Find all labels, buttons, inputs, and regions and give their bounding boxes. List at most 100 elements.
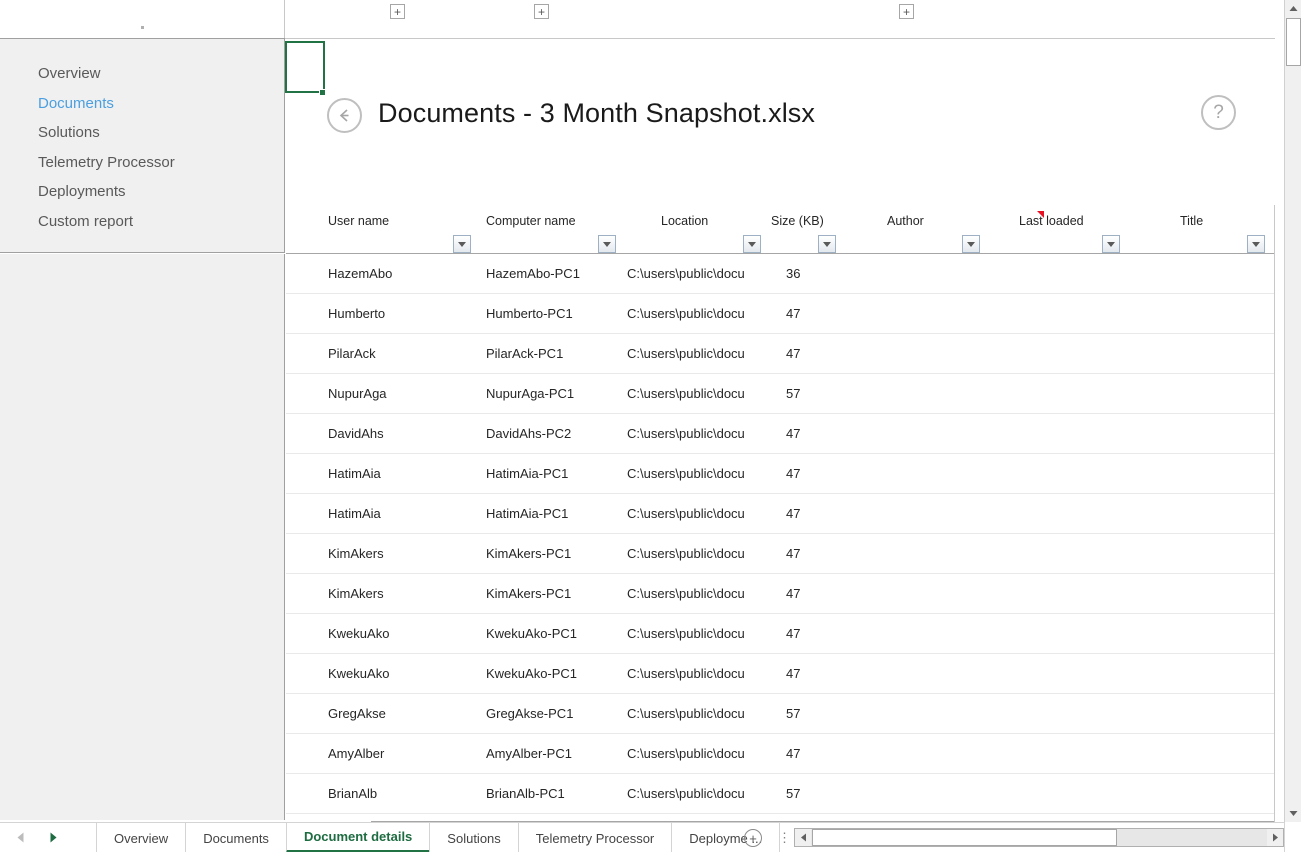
help-button[interactable]: ? xyxy=(1201,95,1236,130)
sheet-prev-button[interactable] xyxy=(14,828,28,846)
sheet-tab-telemetry-processor[interactable]: Telemetry Processor xyxy=(518,823,671,852)
cell-user-name: HazemAbo xyxy=(328,266,392,281)
filter-dropdown-author[interactable] xyxy=(962,235,980,253)
table-row[interactable]: KwekuAkoKwekuAko-PC1C:\users\public\docu… xyxy=(286,614,1275,654)
table-row[interactable]: HatimAia HatimAia-PC1 C:\users\public\docu… xyxy=(286,454,1275,494)
scroll-right-button[interactable] xyxy=(1267,829,1283,846)
cell-computer-name: KwekuAko-PC1 xyxy=(486,666,577,681)
cell-size-kb: 47 xyxy=(786,346,800,361)
sheet-next-button[interactable] xyxy=(46,828,60,846)
outline-expand-button[interactable]: + xyxy=(390,4,405,19)
sheet-tab-solutions[interactable]: Solutions xyxy=(429,823,517,852)
cell-location: C:\users\public\docu xyxy=(627,426,745,441)
scrollbar-corner xyxy=(1284,822,1301,852)
filter-dropdown-title[interactable] xyxy=(1247,235,1265,253)
sidebar-item-telemetry-processor[interactable]: Telemetry Processor xyxy=(38,148,175,178)
cell-user-name: KwekuAko xyxy=(328,626,389,641)
table-right-border xyxy=(1274,205,1275,822)
filter-dropdown-user-name[interactable] xyxy=(453,235,471,253)
sidebar-item-documents[interactable]: Documents xyxy=(38,89,175,119)
cell-computer-name: KimAkers-PC1 xyxy=(486,586,571,601)
cell-location: C:\users\public\docu xyxy=(627,466,745,481)
cell-location: C:\users\public\docu xyxy=(627,586,745,601)
page-title: Documents - 3 Month Snapshot.xlsx xyxy=(378,98,815,129)
cell-size-kb: 36 xyxy=(786,266,800,281)
cell-user-name: HatimAia xyxy=(328,506,381,521)
sheet-overflow-menu[interactable]: ⋮ xyxy=(778,830,791,846)
cell-computer-name: HatimAia-PC1 xyxy=(486,466,568,481)
cell-computer-name: Humberto-PC1 xyxy=(486,306,573,321)
table-row[interactable]: NupurAgaNupurAga-PC1C:\users\public\docu… xyxy=(286,374,1275,414)
grid-row-divider xyxy=(285,38,1275,39)
report-navigation-panel: OverviewDocumentsSolutionsTelemetry Proc… xyxy=(0,38,285,253)
table-row[interactable]: KwekuAkoKwekuAko-PC1C:\users\public\docu… xyxy=(286,654,1275,694)
table-header-row: User nameComputer nameLocationSize (KB)A… xyxy=(286,205,1275,254)
cell-user-name: KimAkers xyxy=(328,586,384,601)
table-row[interactable]: HatimAia HatimAia-PC1 C:\users\public\docu… xyxy=(286,494,1275,534)
add-sheet-button[interactable]: + xyxy=(744,829,762,847)
cell-location: C:\users\public\docu xyxy=(627,546,745,561)
horizontal-scroll-thumb[interactable] xyxy=(812,829,1117,846)
header-underline xyxy=(286,253,1275,254)
cell-size-kb: 47 xyxy=(786,466,800,481)
sheet-tab-overview[interactable]: Overview xyxy=(96,823,185,852)
table-row[interactable]: KimAkersKimAkers-PC1C:\users\public\docu… xyxy=(286,534,1275,574)
cell-size-kb: 57 xyxy=(786,386,800,401)
sidebar-item-deployments[interactable]: Deployments xyxy=(38,177,175,207)
table-row[interactable]: BrianAlbBrianAlb-PC1C:\users\public\docu… xyxy=(286,774,1275,814)
column-header-size-kb: Size (KB) xyxy=(771,214,824,228)
table-row[interactable]: AmyAlberAmyAlber-PC1C:\users\public\docu… xyxy=(286,734,1275,774)
sidebar-item-solutions[interactable]: Solutions xyxy=(38,118,175,148)
table-row[interactable]: DavidAhsDavidAhs-PC2C:\users\public\docu… xyxy=(286,414,1275,454)
sidebar-item-custom-report[interactable]: Custom report xyxy=(38,207,175,237)
vertical-scrollbar[interactable] xyxy=(1284,0,1301,822)
cell-computer-name: HatimAia-PC1 xyxy=(486,506,568,521)
cell-computer-name: KwekuAko-PC1 xyxy=(486,626,577,641)
table-row[interactable]: GregAkseGregAkse-PC1C:\users\public\docu… xyxy=(286,694,1275,734)
filter-dropdown-size-kb[interactable] xyxy=(818,235,836,253)
back-button[interactable] xyxy=(327,98,362,133)
sheet-next-arrow-icon xyxy=(49,832,57,843)
column-header-user-name: User name xyxy=(328,214,389,228)
cell-size-kb: 57 xyxy=(786,786,800,801)
cell-location: C:\users\public\docu xyxy=(627,706,745,721)
documents-table: User nameComputer nameLocationSize (KB)A… xyxy=(286,205,1275,814)
fill-handle[interactable] xyxy=(319,89,326,96)
sheet-tab-documents[interactable]: Documents xyxy=(185,823,286,852)
cell-user-name: NupurAga xyxy=(328,386,387,401)
cell-location: C:\users\public\docu xyxy=(627,386,745,401)
table-row[interactable]: KimAkers KimAkers-PC1 C:\users\public\docu… xyxy=(286,574,1275,614)
cell-location: C:\users\public\docu xyxy=(627,506,745,521)
table-body: HazemAboHazemAbo-PC1C:\users\public\docu… xyxy=(286,254,1275,814)
table-row[interactable]: HazemAboHazemAbo-PC1C:\users\public\docu… xyxy=(286,254,1275,294)
vertical-scroll-thumb[interactable] xyxy=(1286,18,1301,66)
cell-user-name: BrianAlb xyxy=(328,786,377,801)
cell-user-name: HatimAia xyxy=(328,466,381,481)
table-row[interactable]: HumbertoHumberto-PC1C:\users\public\docu… xyxy=(286,294,1275,334)
filter-dropdown-last-loaded[interactable] xyxy=(1102,235,1120,253)
filter-dropdown-location[interactable] xyxy=(743,235,761,253)
filter-dropdown-computer-name[interactable] xyxy=(598,235,616,253)
outline-expand-button[interactable]: + xyxy=(899,4,914,19)
cell-user-name: AmyAlber xyxy=(328,746,384,761)
scroll-up-button[interactable] xyxy=(1285,0,1301,17)
sidebar-item-overview[interactable]: Overview xyxy=(38,59,175,89)
table-row[interactable]: PilarAckPilarAck-PC1C:\users\public\docu… xyxy=(286,334,1275,374)
sheet-navigation-arrows xyxy=(14,828,60,846)
scroll-left-arrow-icon xyxy=(800,833,807,842)
scroll-down-button[interactable] xyxy=(1285,805,1301,822)
plus-icon: + xyxy=(749,832,757,845)
selected-cell[interactable] xyxy=(285,41,325,93)
sheet-tab-deployme[interactable]: Deployme ... xyxy=(671,823,780,852)
cell-computer-name: PilarAck-PC1 xyxy=(486,346,563,361)
outline-expand-button[interactable]: + xyxy=(534,4,549,19)
column-header-title: Title xyxy=(1180,214,1203,228)
cell-user-name: KimAkers xyxy=(328,546,384,561)
scroll-left-button[interactable] xyxy=(795,829,811,846)
cell-location: C:\users\public\docu xyxy=(627,346,745,361)
horizontal-scrollbar[interactable] xyxy=(794,828,1284,847)
navigation-panel-filler xyxy=(0,254,285,820)
sheet-tab-document-details[interactable]: Document details xyxy=(286,823,429,852)
scroll-right-arrow-icon xyxy=(1272,833,1279,842)
cell-size-kb: 47 xyxy=(786,626,800,641)
